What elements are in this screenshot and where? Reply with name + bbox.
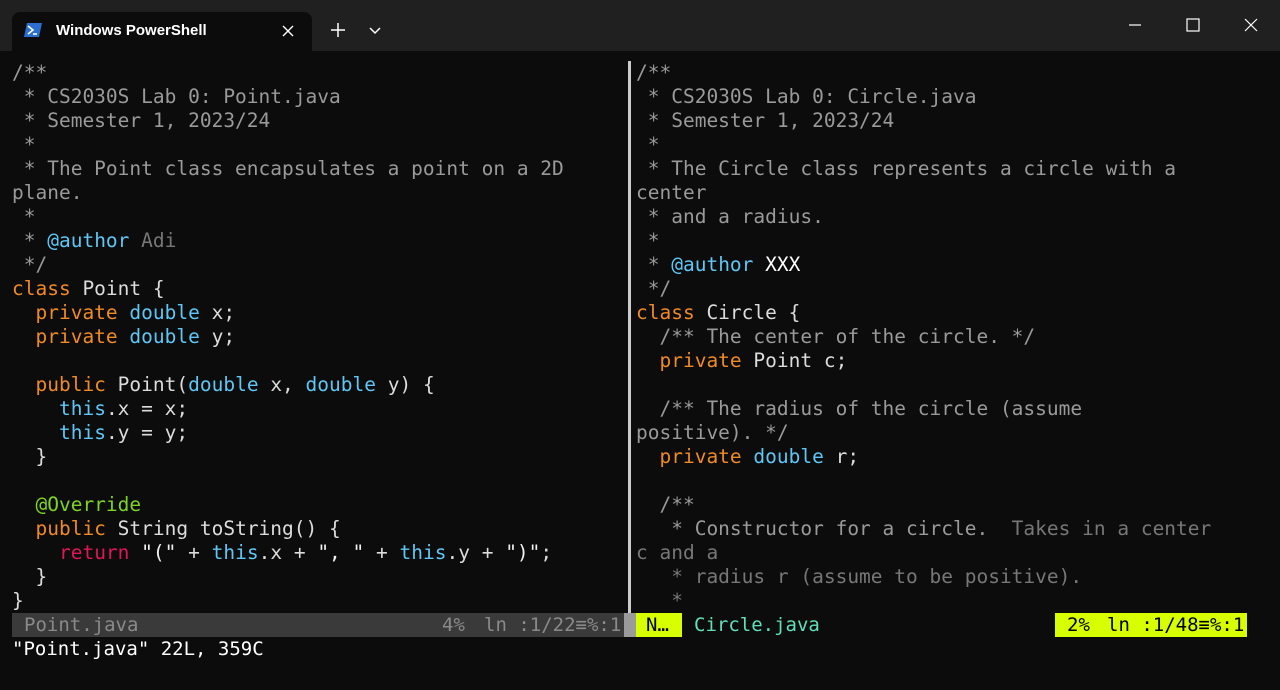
right-status-position: ln :1/48≡%:1 bbox=[1107, 614, 1245, 636]
vim-editor[interactable]: /** * CS2030S Lab 0: Point.java * Semest… bbox=[0, 51, 1280, 690]
code-line: /** The radius of the circle (assume bbox=[636, 397, 1083, 420]
maximize-icon bbox=[1186, 18, 1200, 32]
code-line: * and a radius. bbox=[636, 205, 824, 228]
vertical-split-divider[interactable] bbox=[628, 61, 631, 613]
status-divider bbox=[624, 613, 636, 637]
code-line: plane. bbox=[12, 181, 83, 204]
tab-dropdown-button[interactable] bbox=[357, 12, 393, 48]
close-window-button[interactable] bbox=[1222, 0, 1280, 51]
code-line: */ bbox=[12, 253, 48, 276]
minimize-icon bbox=[1129, 24, 1141, 26]
code-line: public Point(double x, double y) { bbox=[35, 373, 435, 396]
minimize-button[interactable] bbox=[1106, 0, 1164, 51]
chevron-down-icon bbox=[369, 27, 381, 35]
command-line[interactable]: "Point.java" 22L, 359C bbox=[12, 637, 1247, 661]
powershell-icon bbox=[24, 22, 42, 38]
code-line: this.x = x; bbox=[58, 397, 189, 420]
code-line: /** The center of the circle. */ bbox=[636, 325, 1036, 348]
code-line: * radius r (assume to be positive). bbox=[636, 565, 1083, 588]
code-line: * @author Adi bbox=[12, 229, 177, 252]
code-line: * The Circle class represents a circle w… bbox=[636, 157, 1177, 180]
close-icon bbox=[1244, 18, 1258, 32]
code-line: * bbox=[636, 133, 660, 156]
code-line: * Constructor for a circle. Takes in a c… bbox=[636, 517, 1212, 540]
code-line: * @author XXX bbox=[636, 253, 801, 276]
left-editor-pane[interactable]: /** * CS2030S Lab 0: Point.java * Semest… bbox=[12, 61, 624, 613]
code-line: class Point { bbox=[12, 277, 165, 300]
tab-title: Windows PowerShell bbox=[56, 22, 207, 39]
code-line: * Semester 1, 2023/24 bbox=[12, 109, 271, 132]
code-line: } bbox=[12, 445, 48, 468]
code-line: positive). */ bbox=[636, 421, 789, 444]
maximize-button[interactable] bbox=[1164, 0, 1222, 51]
code-line: @Override bbox=[35, 493, 142, 516]
code-line: * bbox=[12, 205, 36, 228]
left-status-line: Point.java 4% ln :1/22≡%:1 bbox=[12, 613, 624, 637]
terminal-window: Windows PowerShell /** * CS2030S Lab 0: … bbox=[0, 0, 1280, 690]
right-status-percent: 2% bbox=[1067, 614, 1090, 636]
code-line: private double y; bbox=[35, 325, 236, 348]
code-line: return "(" + this.x + ", " + this.y + ")… bbox=[58, 541, 553, 564]
mode-indicator: N… bbox=[636, 613, 682, 637]
code-line: * CS2030S Lab 0: Circle.java bbox=[636, 85, 977, 108]
code-line: private double r; bbox=[659, 445, 860, 468]
new-tab-button[interactable] bbox=[320, 12, 356, 48]
code-line: /** bbox=[636, 61, 672, 84]
code-line: /** bbox=[12, 61, 48, 84]
left-status-filename: Point.java bbox=[24, 614, 139, 636]
code-line: c and a bbox=[636, 541, 719, 564]
code-line: public String toString() { bbox=[35, 517, 341, 540]
code-line: class Circle { bbox=[636, 301, 801, 324]
code-line: */ bbox=[636, 277, 672, 300]
tab-close-icon[interactable] bbox=[278, 21, 298, 41]
code-line: * Semester 1, 2023/24 bbox=[636, 109, 895, 132]
code-line: * CS2030S Lab 0: Point.java bbox=[12, 85, 341, 108]
code-line: private double x; bbox=[35, 301, 236, 324]
code-line: center bbox=[636, 181, 707, 204]
code-line: private Point c; bbox=[659, 349, 848, 372]
code-line: this.y = y; bbox=[58, 421, 189, 444]
left-status-position: ln :1/22≡%:1 bbox=[484, 614, 622, 636]
code-line: * The Point class encapsulates a point o… bbox=[12, 157, 564, 180]
code-line: * bbox=[636, 229, 660, 252]
right-status-info: 2% ln :1/48≡%:1 bbox=[1055, 613, 1247, 637]
code-line: * bbox=[12, 133, 36, 156]
code-line: /** bbox=[636, 493, 695, 516]
right-editor-pane[interactable]: /** * CS2030S Lab 0: Circle.java * Semes… bbox=[636, 61, 1247, 613]
code-line: } bbox=[12, 589, 24, 612]
right-status-filename: Circle.java bbox=[694, 614, 820, 636]
code-line: * bbox=[636, 589, 683, 612]
code-line: } bbox=[12, 565, 48, 588]
title-bar: Windows PowerShell bbox=[0, 0, 1280, 51]
right-status-line: N… Circle.java 2% ln :1/48≡%:1 bbox=[636, 613, 1247, 637]
tab-windows-powershell[interactable]: Windows PowerShell bbox=[12, 12, 312, 51]
left-status-percent: 4% bbox=[442, 614, 465, 636]
